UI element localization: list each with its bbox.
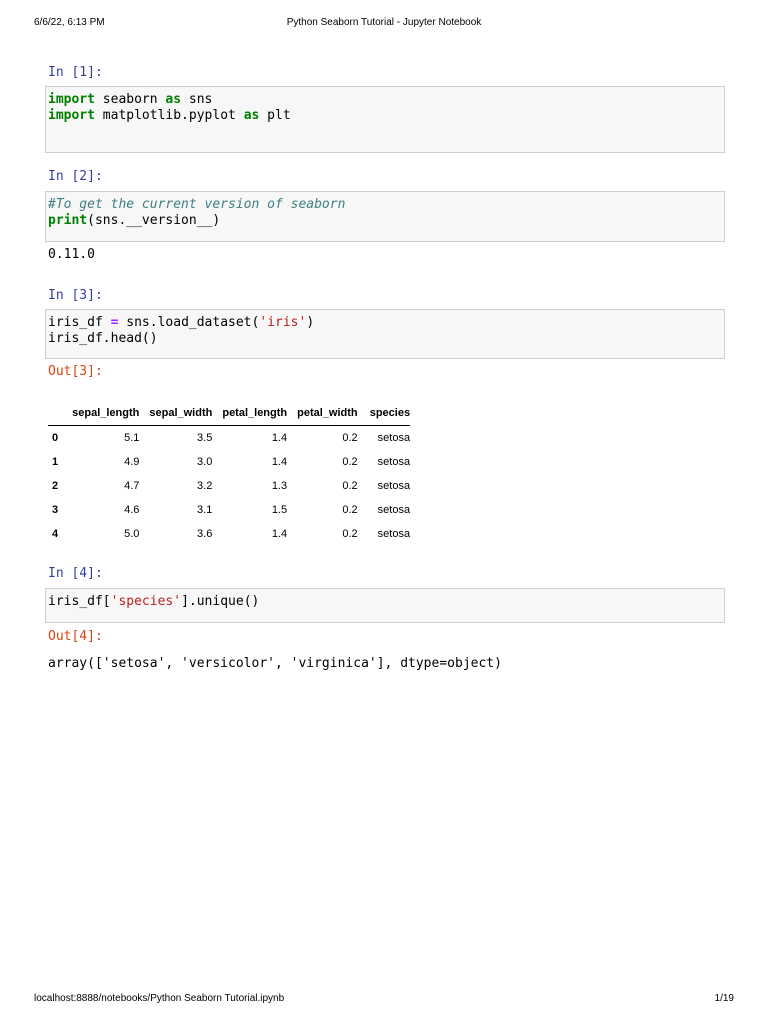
in-prompt-2: In [2]:	[48, 169, 103, 184]
table-cell: setosa	[377, 480, 411, 492]
footer-url: localhost:8888/notebooks/Python Seaborn …	[34, 993, 285, 1004]
table-cell: 3.1	[197, 504, 213, 516]
row-index: 2	[52, 480, 59, 492]
table-cell: 0.2	[342, 504, 358, 516]
column-header: sepal_length	[58, 400, 140, 426]
column-header: species	[357, 400, 411, 426]
table-cell: setosa	[377, 528, 411, 540]
code: sns.load_dataset(	[118, 315, 260, 330]
table-cell: 1.4	[271, 456, 288, 468]
page-number: 1/19	[714, 993, 734, 1004]
row-index: 0	[52, 432, 59, 444]
column-header: petal_length	[212, 400, 288, 426]
string: 'species'	[110, 594, 182, 609]
string: 'iris'	[259, 315, 307, 330]
out-prompt-4: Out[4]:	[48, 629, 103, 644]
table-row: 1 4.9 3.0 1.4 0.2 setosa	[48, 450, 410, 474]
in-prompt-4: In [4]:	[48, 566, 103, 581]
code-cell-2[interactable]: #To get the current version of seaborn p…	[45, 191, 725, 242]
table-row: 2 4.7 3.2 1.3 0.2 setosa	[48, 474, 410, 498]
output-4: array(['setosa', 'versicolor', 'virginic…	[48, 656, 502, 671]
table-cell: 1.3	[271, 480, 288, 492]
code-cell-4[interactable]: iris_df['species'].unique()	[45, 588, 725, 623]
column-header: sepal_width	[139, 400, 213, 426]
in-prompt-3: In [3]:	[48, 288, 103, 303]
table-cell: 1.5	[271, 504, 288, 516]
code-cell-1[interactable]: import seaborn as sns import matplotlib.…	[45, 86, 725, 153]
table-cell: 0.2	[342, 528, 358, 540]
code: plt	[259, 108, 291, 123]
table-cell: 4.9	[124, 456, 140, 468]
table-cell: 1.4	[271, 432, 288, 444]
table-cell: setosa	[377, 432, 411, 444]
table-row: 0 5.1 3.5 1.4 0.2 setosa	[48, 426, 410, 451]
code: matplotlib.pyplot	[94, 108, 244, 123]
table-cell: 3.6	[197, 528, 213, 540]
comment: #To get the current version of seaborn	[48, 197, 346, 212]
code: iris_df.head()	[48, 331, 158, 346]
row-index: 1	[52, 456, 59, 468]
table-cell: 0.2	[342, 432, 358, 444]
table-cell: 3.5	[197, 432, 213, 444]
kw: as	[243, 108, 260, 123]
code: seaborn	[94, 92, 166, 107]
table-cell: setosa	[377, 456, 411, 468]
table-cell: 1.4	[271, 528, 288, 540]
table-cell: 5.0	[124, 528, 140, 540]
code: sns	[181, 92, 213, 107]
table-cell: 3.0	[197, 456, 213, 468]
output-2: 0.11.0	[48, 247, 95, 262]
row-index: 4	[52, 528, 59, 540]
kw: print	[48, 213, 88, 228]
code: iris_df	[48, 315, 111, 330]
row-index: 3	[52, 504, 59, 516]
dataframe-table: sepal_length sepal_width petal_length pe…	[48, 400, 411, 546]
table-cell: 4.6	[124, 504, 140, 516]
kw: import	[48, 108, 95, 123]
table-cell: 0.2	[342, 480, 358, 492]
table-row: 3 4.6 3.1 1.5 0.2 setosa	[48, 498, 410, 522]
code-cell-3[interactable]: iris_df = sns.load_dataset('iris') iris_…	[45, 309, 725, 359]
table-cell: 4.7	[124, 480, 140, 492]
code: iris_df[	[48, 594, 111, 609]
column-header: petal_width	[287, 400, 358, 426]
table-row: 4 5.0 3.6 1.4 0.2 setosa	[48, 522, 410, 546]
index-header	[48, 400, 59, 426]
code: (sns.__version__)	[87, 213, 221, 228]
kw: import	[48, 92, 95, 107]
code: ].unique()	[181, 594, 260, 609]
table-cell: 5.1	[124, 432, 140, 444]
page-title: Python Seaborn Tutorial - Jupyter Notebo…	[286, 17, 482, 28]
out-prompt-3: Out[3]:	[48, 364, 103, 379]
in-prompt-1: In [1]:	[48, 65, 103, 80]
table-header-row: sepal_length sepal_width petal_length pe…	[48, 400, 411, 426]
table-cell: 3.2	[197, 480, 213, 492]
kw: as	[165, 92, 182, 107]
table-cell: setosa	[377, 504, 411, 516]
table-cell: 0.2	[342, 456, 358, 468]
code: )	[306, 315, 315, 330]
